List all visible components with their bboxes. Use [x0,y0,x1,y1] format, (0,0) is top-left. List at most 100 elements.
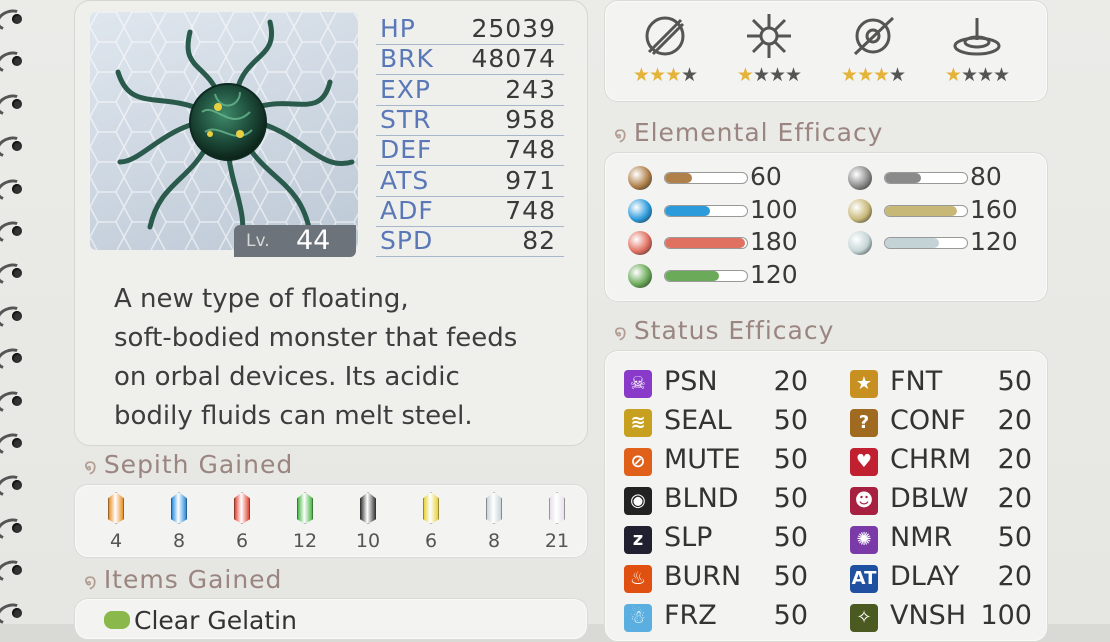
rank-stars: ★★★★ [736,64,802,86]
attack-rank: ★★★★ [615,12,715,86]
spiral-ring [0,260,28,289]
item-row[interactable]: Clear Gelatin [104,606,297,635]
spiral-ring [0,429,28,459]
frz-icon: ☃ [624,604,652,632]
status-value: 20 [997,483,1032,514]
sepith-panel [74,484,588,558]
sepith-entry: 4 [103,492,129,552]
spiral-ring [0,175,28,204]
stat-row-ats: ATS 971 [376,166,564,197]
status-row-chrm: ♥ CHRM 20 [850,444,1032,482]
status-row-dblw: ☻ DBLW 20 [850,483,1032,521]
stat-label: EXP [380,74,431,104]
spiral-ring [0,387,28,416]
chrm-icon: ♥ [850,448,878,476]
sepith-entry: 21 [544,492,570,552]
sepith-entry: 10 [355,492,381,552]
monster-image [90,12,358,250]
monster-description: A new type of floating, soft-bodied mons… [114,284,518,431]
sepith-count: 10 [355,530,381,552]
status-row-seal: ≋ SEAL 50 [624,405,808,443]
stat-label: ATS [380,165,430,195]
stat-label: DEF [380,135,433,165]
element-value: 180 [750,227,798,256]
slp-icon: z [624,526,652,554]
spiral-ring [0,514,28,543]
element-value: 60 [750,162,782,191]
element-gauge [664,237,748,249]
status-value: 20 [997,444,1032,475]
spiral-ring [0,133,28,162]
status-row-psn: ☠ PSN 20 [624,366,808,404]
sepith-crystal-icon [297,492,313,524]
stat-row-spd: SPD 82 [376,226,564,258]
swirl-icon: ໑ [614,320,628,344]
fire-gem-icon [628,231,652,255]
status-value: 50 [773,405,808,436]
monster-notebook-page: Lv. 44 HP 25039 BRK 48074 EXP 243 STR 958 DEF 748… [0,0,1110,642]
fnt-icon: ★ [850,370,878,398]
sepith-crystal-icon [360,492,376,524]
spiral-ring [0,345,28,374]
status-name: CONF [890,405,966,436]
pierce-icon [853,16,895,56]
spiral-ring [0,472,28,501]
burn-icon: ♨ [624,565,652,593]
sepith-count: 8 [487,530,501,552]
level-badge: Lv. 44 [234,225,356,257]
stat-value: 748 [505,135,556,165]
spiral-ring [0,302,28,331]
status-row-slp: z SLP 50 [624,522,808,560]
level-label: Lv. [246,231,270,251]
vnsh-icon: ✧ [850,604,878,632]
sepith-gained-title: Sepith Gained [103,450,294,479]
sepith-count: 21 [544,530,570,552]
spiral-ring [0,599,28,628]
swirl-icon: ໑ [84,569,98,593]
gelatin-icon [104,611,130,629]
stat-label: SPD [380,226,434,256]
sepith-crystal-icon [549,492,565,524]
stat-value: 48074 [471,44,556,74]
element-value: 80 [970,162,1002,191]
element-gauge [884,204,968,217]
status-row-conf: ? CONF 20 [850,405,1032,443]
sepith-gained-heading: ໑ Sepith Gained [84,450,293,479]
mirage-gem-icon [848,231,872,255]
stat-row-exp: EXP 243 [376,75,564,106]
stat-label: ADF [380,195,434,225]
status-name: SEAL [664,405,732,436]
status-efficacy-title: Status Efficacy [633,316,835,345]
status-value: 50 [773,561,808,592]
spiral-ring [0,557,28,586]
stat-value: 971 [505,165,556,195]
elemental-efficacy-title: Elemental Efficacy [633,118,884,147]
element-gauge [664,204,748,217]
mute-icon: ⊘ [624,448,652,476]
rank-stars: ★★★★ [632,64,698,86]
stat-value: 82 [522,226,556,256]
status-value: 50 [773,600,808,631]
sepith-entry: 6 [418,492,444,552]
sepith-entry: 8 [481,492,507,552]
sepith-count: 6 [424,530,438,552]
status-row-blnd: ◉ BLND 50 [624,483,808,521]
seal-icon: ≋ [624,409,652,437]
element-gauge [664,172,748,184]
stat-row-hp: HP 25039 [376,14,564,45]
time-gem-icon [848,166,872,190]
nmr-icon: ✺ [850,526,878,554]
psn-icon: ☠ [624,370,652,398]
swirl-icon: ໑ [84,454,98,478]
status-name: NMR [890,522,953,553]
swirl-icon: ໑ [614,122,628,146]
conf-icon: ? [850,409,878,437]
status-value: 100 [980,600,1032,631]
status-value: 20 [997,405,1032,436]
attack-rank: ★★★★ [719,12,819,86]
stat-value: 958 [505,104,556,134]
level-value: 44 [296,225,331,256]
status-value: 50 [773,444,808,475]
items-gained-heading: ໑ Items Gained [84,565,282,594]
element-gauge [884,172,968,184]
